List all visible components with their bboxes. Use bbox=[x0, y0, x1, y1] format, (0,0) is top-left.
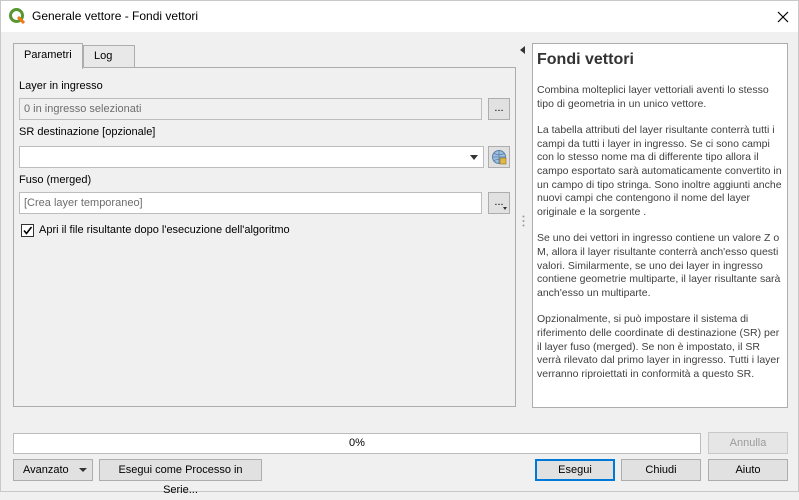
crs-label: SR destinazione [opzionale] bbox=[19, 126, 156, 138]
chevron-down-icon bbox=[79, 468, 87, 472]
open-output-checkbox[interactable] bbox=[21, 224, 34, 237]
input-layer-field[interactable]: 0 in ingresso selezionati bbox=[19, 98, 482, 120]
run-as-batch-button[interactable]: Esegui come Processo in Serie... bbox=[99, 459, 262, 496]
help-paragraph: Combina molteplici layer vettoriali aven… bbox=[537, 84, 769, 110]
crs-picker-button[interactable] bbox=[488, 146, 510, 168]
parameters-panel: Layer in ingresso 0 in ingresso selezion… bbox=[13, 67, 516, 407]
open-output-label: Apri il file risultante dopo l'esecuzion… bbox=[39, 224, 290, 236]
chevron-down-icon bbox=[470, 155, 478, 160]
dialog-window: Generale vettore - Fondi vettori Paramet… bbox=[0, 0, 799, 496]
window-title: Generale vettore - Fondi vettori bbox=[32, 9, 199, 23]
qgis-logo-icon bbox=[9, 8, 26, 25]
chevron-down-icon bbox=[503, 207, 507, 210]
close-window-button[interactable] bbox=[768, 1, 798, 32]
help-paragraph: La tabella attributi del layer risultant… bbox=[537, 124, 782, 218]
output-options-button[interactable]: ... bbox=[488, 192, 510, 214]
help-paragraph: Opzionalmente, si può impostare il siste… bbox=[537, 313, 780, 380]
checkmark-icon bbox=[23, 226, 33, 235]
help-panel: Fondi vettori Combina molteplici layer v… bbox=[532, 43, 788, 408]
tab-parametri[interactable]: Parametri bbox=[13, 43, 83, 69]
progress-text: 0% bbox=[349, 437, 365, 449]
help-button[interactable]: Aiuto bbox=[708, 459, 788, 481]
collapse-help-icon[interactable] bbox=[520, 46, 525, 54]
globe-crs-icon bbox=[492, 150, 507, 165]
help-title: Fondi vettori bbox=[537, 51, 634, 68]
input-layer-browse-button[interactable]: ... bbox=[488, 98, 510, 120]
progress-bar: 0% bbox=[13, 433, 701, 454]
title-bar: Generale vettore - Fondi vettori bbox=[1, 1, 798, 32]
close-button[interactable]: Chiudi bbox=[621, 459, 701, 481]
help-paragraph: Se uno dei vettori in ingresso contiene … bbox=[537, 232, 781, 299]
cancel-button[interactable]: Annulla bbox=[708, 432, 788, 454]
tab-log[interactable]: Log bbox=[83, 45, 135, 68]
input-layer-label: Layer in ingresso bbox=[19, 80, 103, 92]
run-button[interactable]: Esegui bbox=[535, 459, 615, 481]
crs-select[interactable] bbox=[19, 146, 484, 168]
splitter-handle-icon[interactable] bbox=[522, 215, 525, 227]
advanced-dropdown-button[interactable]: Avanzato bbox=[13, 459, 93, 481]
close-icon bbox=[777, 11, 789, 22]
output-field[interactable]: [Crea layer temporaneo] bbox=[19, 192, 482, 214]
output-label: Fuso (merged) bbox=[19, 174, 92, 186]
